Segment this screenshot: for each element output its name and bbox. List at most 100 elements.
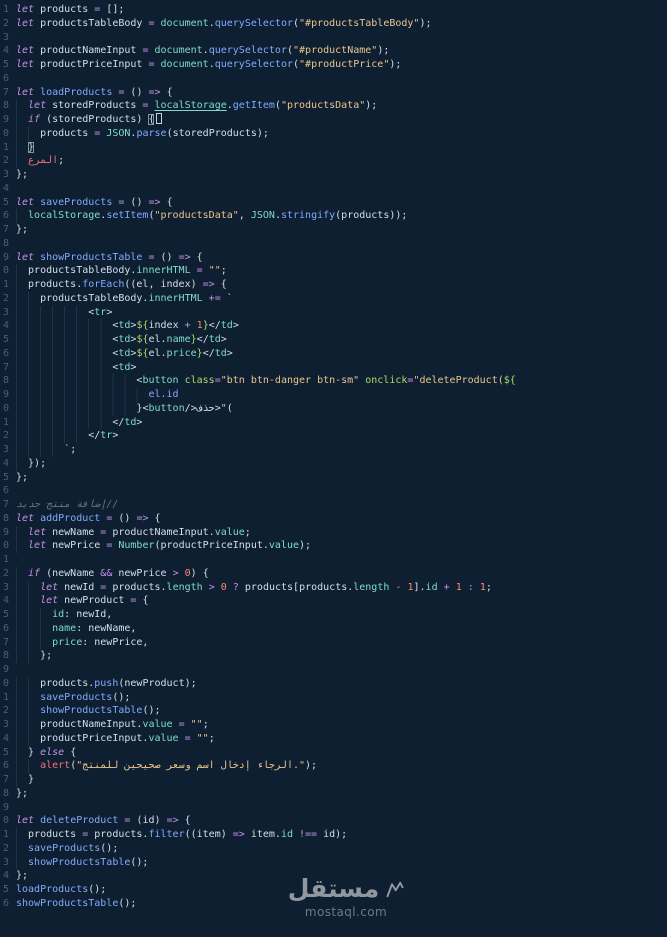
code-line[interactable]: 7 <td> (0, 360, 667, 375)
code-line[interactable]: 3 showProductsTable(); (0, 855, 667, 870)
code-line[interactable]: 1 saveProducts(); (0, 690, 667, 705)
code-line[interactable]: 7 price: newPrice, (0, 635, 667, 650)
code-text: <td>${el.name}</td> (16, 333, 667, 347)
code-line[interactable]: 9 let showProductsTable = () => { (0, 251, 667, 265)
code-token: </ (196, 334, 209, 345)
code-token: productPriceInput (34, 59, 149, 70)
code-line[interactable]: 0}<button/>حذف>"( (0, 401, 667, 416)
code-line[interactable]: 0 productsTableBody.innerHTML = ""; (0, 264, 667, 278)
code-line[interactable]: 6 (0, 484, 667, 498)
code-line[interactable]: 3 productNameInput.value = ""; (0, 718, 667, 732)
indent-guides (16, 828, 29, 842)
code-line[interactable]: 7} (0, 773, 667, 787)
indent-guides (16, 539, 29, 553)
code-line[interactable]: 1 </td> (0, 415, 667, 430)
code-token: }); (28, 457, 47, 469)
code-line[interactable]: 5 <td>${el.name}</td> (0, 333, 667, 347)
indent-guides (16, 305, 89, 320)
code-line[interactable]: 2 المرع; (0, 154, 667, 168)
code-line[interactable]: 2 let productsTableBody = document.queryS… (0, 17, 667, 31)
code-line[interactable]: 3 <tr> (0, 305, 667, 320)
code-line[interactable]: 5}; (0, 471, 667, 485)
code-line[interactable]: 8 <button class="btn btn-danger btn-sm" o… (0, 374, 667, 388)
code-line[interactable]: 4}); (0, 456, 667, 471)
code-line[interactable]: 9 if (storedProducts) { (0, 113, 667, 127)
code-line[interactable]: 5 id: newId, (0, 608, 667, 622)
code-line[interactable]: 1 let products = []; (0, 3, 667, 17)
code-editor[interactable]: 1 let products = []; 2 let productsTableBod… (0, 0, 667, 937)
code-line[interactable]: 1} (0, 140, 667, 155)
line-number: 2 (3, 842, 10, 854)
code-line[interactable]: 2 productsTableBody.innerHTML += ` (0, 291, 667, 306)
indent-guides (16, 841, 29, 856)
code-line[interactable]: 1 products.forEach((el, index) => { (0, 278, 667, 292)
code-token: ; (202, 719, 209, 730)
code-line[interactable]: 6 name: newName, (0, 621, 667, 636)
code-line[interactable]: 8}; (0, 787, 667, 801)
code-line[interactable]: 9 el.id (0, 388, 667, 402)
line-number: 5 (3, 471, 10, 483)
code-line[interactable]: 5} else { (0, 745, 667, 760)
code-token: innerHTML (148, 292, 203, 304)
indent-guides (16, 704, 41, 718)
code-line[interactable]: 3 (0, 31, 667, 45)
code-token: ; (220, 265, 227, 277)
code-line[interactable]: 9 (0, 801, 667, 815)
code-line[interactable]: 6 (0, 72, 667, 86)
code-token: { (64, 746, 77, 758)
code-line[interactable]: 7}; (0, 223, 667, 237)
code-line[interactable]: 8 let storedProducts = localStorage.getIt… (0, 99, 667, 113)
code-line[interactable]: 8}; (0, 649, 667, 663)
code-token: += (208, 292, 221, 304)
code-token: td (214, 347, 227, 359)
code-token: ); (419, 17, 432, 29)
code-token: let (16, 86, 35, 98)
line-number: 9 (3, 251, 10, 263)
code-token: newName (46, 526, 101, 538)
code-line[interactable]: 8 (0, 237, 667, 251)
indent-guides (16, 333, 113, 347)
code-line[interactable]: 8 let addProduct = () => { (0, 512, 667, 526)
code-line[interactable]: 1 products = products.filter((item) => it… (0, 828, 667, 842)
code-line[interactable]: 6 <td>${el.price}</td> (0, 346, 667, 361)
code-token: ); (377, 45, 390, 57)
code-token: (); (100, 842, 119, 854)
code-line[interactable]: 0 products = JSON.parse(storedProducts); (0, 126, 667, 141)
code-line[interactable]: 0 let newPrice = Number(productPriceInput… (0, 539, 667, 553)
code-line[interactable]: 9 let newName = productNameInput.value; (0, 525, 667, 540)
code-line[interactable]: 2 </tr> (0, 429, 667, 443)
line-number: 7 (3, 361, 10, 373)
line-number: 4 (3, 870, 10, 882)
code-line[interactable]: 2 if (newName && newPrice > 0) { (0, 566, 667, 581)
code-line[interactable]: 6 alert("الرجاء إدخال اسم وسعر صحيحين للم… (0, 759, 667, 773)
code-token: "" (196, 732, 209, 744)
code-line[interactable]: 9 (0, 663, 667, 677)
code-line[interactable]: 1 (0, 553, 667, 567)
code-token: if (28, 567, 41, 579)
code-line[interactable]: 3}; (0, 168, 667, 182)
code-line[interactable]: 5 let saveProducts = () => { (0, 196, 667, 210)
code-line[interactable]: 4 <td>${index + 1}</td> (0, 319, 667, 333)
code-line[interactable]: 5 let productPriceInput = document.queryS… (0, 58, 667, 72)
code-line[interactable]: 0 products.push(newProduct); (0, 676, 667, 691)
code-line[interactable]: 2 saveProducts(); (0, 841, 667, 856)
code-token: "btn btn-danger btn-sm" (220, 375, 360, 387)
code-token: : newId, (64, 609, 113, 620)
code-line[interactable]: 7 let loadProducts = () => { (0, 86, 667, 100)
code-line[interactable]: 6 localStorage.setItem("productsData", JS… (0, 209, 667, 223)
code-line[interactable]: 3 let newId = products.length > 0 ? produ… (0, 580, 667, 595)
code-line[interactable]: 4 let newProduct = { (0, 594, 667, 608)
line-number: 0 (3, 540, 10, 552)
code-line[interactable]: 4 productPriceInput.value = ""; (0, 731, 667, 746)
code-token: id); (317, 829, 348, 840)
code-line[interactable]: 2 showProductsTable(); (0, 704, 667, 718)
code-token: () (124, 86, 149, 98)
code-token: ` (226, 292, 233, 304)
code-line[interactable]: 4 (0, 182, 667, 196)
code-line[interactable]: 0 let deleteProduct = (id) => { (0, 814, 667, 828)
code-line[interactable]: 7 إضافة منتج جديد// (0, 498, 667, 512)
code-line[interactable]: 4 let productNameInput = document.querySe… (0, 44, 667, 58)
code-line[interactable]: 3 `; (0, 443, 667, 457)
code-token: ) { (190, 567, 209, 579)
code-text: let newProduct = { (16, 594, 667, 608)
